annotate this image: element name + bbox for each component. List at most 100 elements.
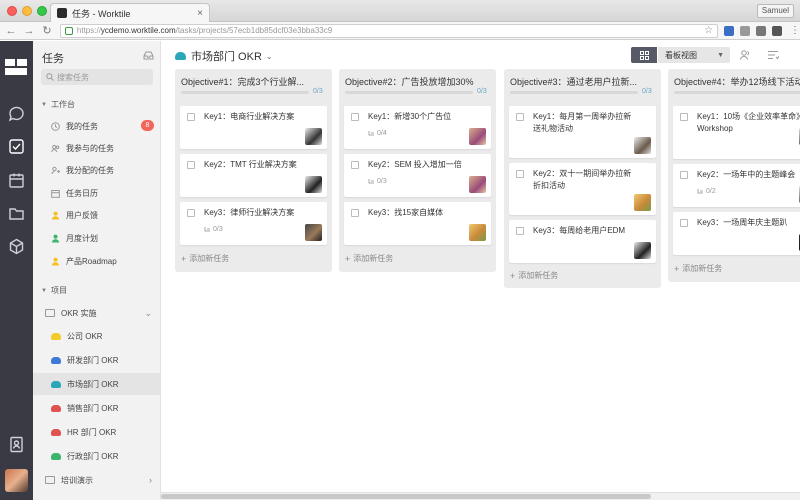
sidebar-item-participated-tasks[interactable]: 我参与的任务	[33, 137, 160, 159]
sidebar-item-monthly-plan[interactable]: 月度计划	[33, 227, 160, 249]
add-task-button[interactable]: + 添加新任务	[674, 263, 722, 274]
sidebar-item-assigned-tasks[interactable]: 我分配的任务	[33, 159, 160, 181]
task-checkbox[interactable]	[516, 227, 524, 235]
task-checkbox[interactable]	[187, 113, 195, 121]
assignee-avatar[interactable]	[634, 194, 651, 211]
task-title: Key2：SEM 投入增加一倍	[368, 160, 462, 169]
worktile-logo-icon[interactable]	[5, 59, 27, 75]
assignee-avatar[interactable]	[469, 128, 486, 145]
apps-cube-icon[interactable]	[8, 238, 25, 255]
task-card[interactable]: Key1：新增30个广告位 0/4	[344, 106, 491, 149]
sidebar-item-product-roadmap[interactable]: 产品Roadmap	[33, 250, 160, 272]
sidebar-item-admin-okr[interactable]: 行政部门 OKR	[33, 445, 160, 467]
tasks-icon[interactable]	[8, 138, 25, 155]
folder-icon[interactable]	[8, 205, 25, 222]
task-checkbox[interactable]	[680, 171, 688, 179]
back-icon[interactable]: ←	[4, 25, 18, 37]
add-task-button[interactable]: + 添加新任务	[345, 253, 393, 264]
sidebar-folder-training[interactable]: 培训演示 ›	[33, 469, 160, 491]
assignee-avatar[interactable]	[305, 128, 322, 145]
browser-menu-icon[interactable]: ⋮	[790, 25, 800, 36]
task-card[interactable]: Key2：TMT 行业解决方案	[180, 154, 327, 197]
task-checkbox[interactable]	[351, 209, 359, 217]
task-card[interactable]: Key3：每周给老用户EDM	[509, 220, 656, 263]
person-yellow-icon	[51, 211, 60, 219]
task-card[interactable]: Key1：10场《企业效率革命》Workshop	[673, 106, 800, 159]
assignee-avatar[interactable]	[634, 242, 651, 259]
search-input[interactable]: 搜索任务	[41, 69, 153, 85]
filter-list-icon[interactable]	[767, 49, 779, 61]
extension-icon[interactable]	[772, 25, 782, 36]
task-checkbox[interactable]	[351, 161, 359, 169]
task-checkbox[interactable]	[516, 170, 524, 178]
subtask-count: 0/4	[368, 130, 387, 137]
projects-section-header[interactable]: ▼ 项目	[41, 285, 67, 296]
board-column: Objective#1：完成3个行业解... 0/3 Key1：电商行业解决方案…	[175, 69, 332, 272]
sidebar-item-my-tasks[interactable]: 我的任务 8	[33, 115, 160, 137]
sidebar-item-user-feedback[interactable]: 用户反馈	[33, 204, 160, 226]
task-checkbox[interactable]	[351, 113, 359, 121]
chat-icon[interactable]	[8, 105, 25, 122]
contacts-icon[interactable]	[8, 436, 25, 453]
view-mode-select[interactable]: 看板视图 ▼	[658, 47, 730, 63]
task-card[interactable]: Key1：每月第一周举办拉新送礼物活动	[509, 106, 656, 158]
task-checkbox[interactable]	[187, 209, 195, 217]
calendar-icon[interactable]	[8, 172, 25, 189]
minimize-window-button[interactable]	[22, 6, 32, 16]
close-tab-icon[interactable]: ×	[197, 8, 203, 19]
task-checkbox[interactable]	[187, 161, 195, 169]
grid-view-button[interactable]	[631, 47, 657, 63]
bookmark-star-icon[interactable]: ☆	[704, 25, 713, 36]
sidebar-title: 任务	[42, 53, 64, 65]
reload-icon[interactable]: ↻	[40, 24, 54, 37]
inbox-icon[interactable]	[143, 51, 154, 60]
extension-icon[interactable]	[756, 25, 767, 36]
sidebar-item-marketing-okr[interactable]: 市场部门 OKR	[33, 373, 160, 395]
column-progress-text: 0/3	[477, 88, 487, 95]
members-icon[interactable]	[739, 49, 751, 61]
browser-tab[interactable]: 任务 - Worktile ×	[50, 3, 210, 22]
assignee-avatar[interactable]	[305, 176, 322, 193]
extension-icon[interactable]	[724, 25, 735, 36]
assignee-avatar[interactable]	[469, 224, 486, 241]
task-card[interactable]: Key1：电商行业解决方案	[180, 106, 327, 149]
url-field[interactable]: https://ycdemo.worktile.com/tasks/projec…	[59, 23, 719, 38]
project-title-dropdown[interactable]: 市场部门 OKR ⌄	[175, 48, 273, 64]
profile-chip[interactable]: Samuel	[756, 4, 794, 18]
sidebar-item-task-calendar[interactable]: 任务日历	[33, 182, 160, 204]
sidebar-item-company-okr[interactable]: 公司 OKR	[33, 325, 160, 347]
extension-icon[interactable]	[740, 25, 751, 36]
forward-icon[interactable]: →	[22, 25, 36, 37]
task-card[interactable]: Key2：双十一期间举办拉新折扣活动	[509, 163, 656, 215]
column-title[interactable]: Objective#1：完成3个行业解...	[181, 75, 329, 88]
task-checkbox[interactable]	[516, 113, 524, 121]
assignee-avatar[interactable]	[469, 176, 486, 193]
task-card[interactable]: Key2：SEM 投入增加一倍 0/3	[344, 154, 491, 197]
sidebar-folder-okr[interactable]: OKR 实施 ⌄	[33, 302, 160, 324]
maximize-window-button[interactable]	[37, 6, 47, 16]
task-card[interactable]: Key3：一场周年庆主题趴	[673, 212, 800, 255]
horizontal-scrollbar[interactable]	[161, 492, 800, 500]
add-task-button[interactable]: + 添加新任务	[510, 270, 558, 281]
column-progress-bar	[345, 91, 473, 94]
sidebar-item-rd-okr[interactable]: 研发部门 OKR	[33, 349, 160, 371]
add-task-button[interactable]: + 添加新任务	[181, 253, 229, 264]
task-checkbox[interactable]	[680, 219, 688, 227]
user-avatar[interactable]	[5, 469, 28, 492]
workbench-section-header[interactable]: ▼ 工作台	[41, 99, 75, 110]
task-card[interactable]: Key3：律师行业解决方案 0/3	[180, 202, 327, 245]
task-card[interactable]: Key2：一场年中的主题峰会 0/2	[673, 164, 800, 207]
column-title[interactable]: Objective#2：广告投放增加30%	[345, 75, 493, 88]
column-title[interactable]: Objective#3：通过老用户拉新...	[510, 75, 658, 88]
sidebar-item-sales-okr[interactable]: 销售部门 OKR	[33, 397, 160, 419]
sidebar-item-label: 我的任务	[66, 121, 98, 131]
column-title[interactable]: Objective#4：举办12场线下活动	[674, 75, 800, 88]
sidebar-item-hr-okr[interactable]: HR 部门 OKR	[33, 421, 160, 443]
scrollbar-thumb[interactable]	[161, 494, 651, 499]
assignee-avatar[interactable]	[305, 224, 322, 241]
assignee-avatar[interactable]	[634, 137, 651, 154]
close-window-button[interactable]	[7, 6, 17, 16]
task-card[interactable]: Key3：找15家自媒体	[344, 202, 491, 245]
task-title: Key3：找15家自媒体	[368, 208, 444, 217]
task-checkbox[interactable]	[680, 113, 688, 121]
